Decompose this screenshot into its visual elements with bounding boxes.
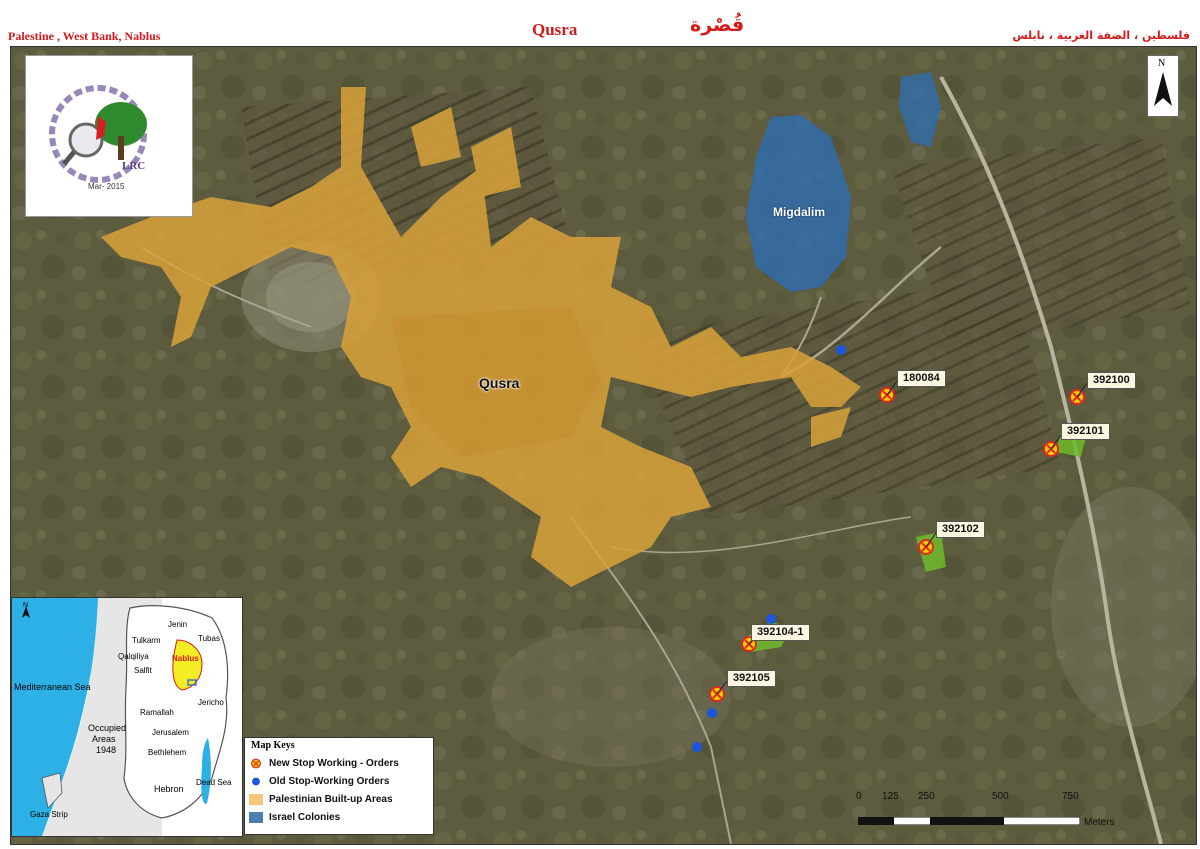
location-label-arabic: فلسطين ، الضفة الغربية ، نابلس <box>1012 29 1191 42</box>
logo-lrc-text: LRC <box>122 160 146 172</box>
inset-town: Jericho <box>198 698 224 707</box>
map-title: Qusra <box>532 20 578 39</box>
scale-tick: 0 <box>856 791 862 802</box>
scale-tick: 500 <box>992 791 1009 802</box>
old-order-marker <box>836 345 846 355</box>
map-title-arabic: قُصْرة <box>690 14 745 36</box>
inset-gaza-label: Gaza Strip <box>30 810 68 819</box>
map-legend: Map Keys New Stop Working - Orders Old S… <box>244 737 434 835</box>
inset-occupied-label: Occupied <box>88 723 127 733</box>
location-label: Palestine , West Bank, Nablus <box>8 29 161 43</box>
old-order-icon <box>252 777 260 786</box>
scale-graphic <box>858 817 1080 825</box>
legend-title: Map Keys <box>251 740 295 751</box>
satellite-map[interactable]: LRC Mar- 2015 N Qusra Migdalim 180084 39… <box>10 46 1197 845</box>
inset-town: Tubas <box>198 634 220 643</box>
order-label[interactable]: 392102 <box>936 521 985 538</box>
old-order-marker <box>692 742 702 752</box>
colony-swatch-icon <box>249 812 263 823</box>
inset-map: N Mediterranean Sea Occupied Areas 1948 … <box>11 597 243 837</box>
inset-town: Qalqiliya <box>118 652 149 661</box>
order-label[interactable]: 392100 <box>1087 372 1136 389</box>
legend-label: Palestinian Built-up Areas <box>269 794 393 805</box>
map-header: Palestine , West Bank, Nablus Qusra قُصْ… <box>0 0 1200 46</box>
legend-label: New Stop Working - Orders <box>269 758 399 769</box>
inset-north: N <box>23 602 29 609</box>
lrc-logo: LRC Mar- 2015 <box>25 55 193 217</box>
inset-town: Jenin <box>168 620 188 629</box>
inset-areas-label: Areas <box>92 734 116 744</box>
order-label[interactable]: 180084 <box>897 370 946 387</box>
legend-label: Old Stop-Working Orders <box>269 776 390 787</box>
scale-tick: 750 <box>1062 791 1079 802</box>
old-order-marker <box>766 614 776 624</box>
inset-town: Ramallah <box>140 708 174 717</box>
inset-town: Bethlehem <box>148 748 187 757</box>
new-order-icon <box>251 758 261 769</box>
scale-unit: Meters <box>1084 817 1115 828</box>
inset-year-label: 1948 <box>96 745 117 755</box>
colony-label: Migdalim <box>773 205 826 219</box>
builtup-swatch-icon <box>249 794 263 805</box>
order-label[interactable]: 392101 <box>1061 423 1110 440</box>
logo-graphic <box>49 85 147 183</box>
inset-town: Tulkarm <box>132 636 161 645</box>
north-arrow: N <box>1147 55 1179 117</box>
scale-tick: 125 <box>882 791 899 802</box>
inset-deadsea-label: Dead Sea <box>196 778 232 787</box>
order-label[interactable]: 392104-1 <box>751 624 810 641</box>
inset-town: Salfit <box>134 666 152 675</box>
inset-town: Hebron <box>154 784 184 794</box>
legend-label: Israel Colonies <box>269 812 341 823</box>
inset-town: Jerusalem <box>152 728 189 737</box>
inset-sea-label: Mediterranean Sea <box>14 682 91 692</box>
scale-tick: 250 <box>918 791 935 802</box>
scale-bar: 0 125 250 500 750 Meters <box>854 791 1115 831</box>
inset-town-highlight: Nablus <box>172 654 199 663</box>
logo-date: Mar- 2015 <box>88 182 125 191</box>
village-label: Qusra <box>479 375 520 391</box>
old-order-marker <box>707 708 717 718</box>
order-label[interactable]: 392105 <box>727 670 776 687</box>
north-letter: N <box>1158 58 1166 69</box>
